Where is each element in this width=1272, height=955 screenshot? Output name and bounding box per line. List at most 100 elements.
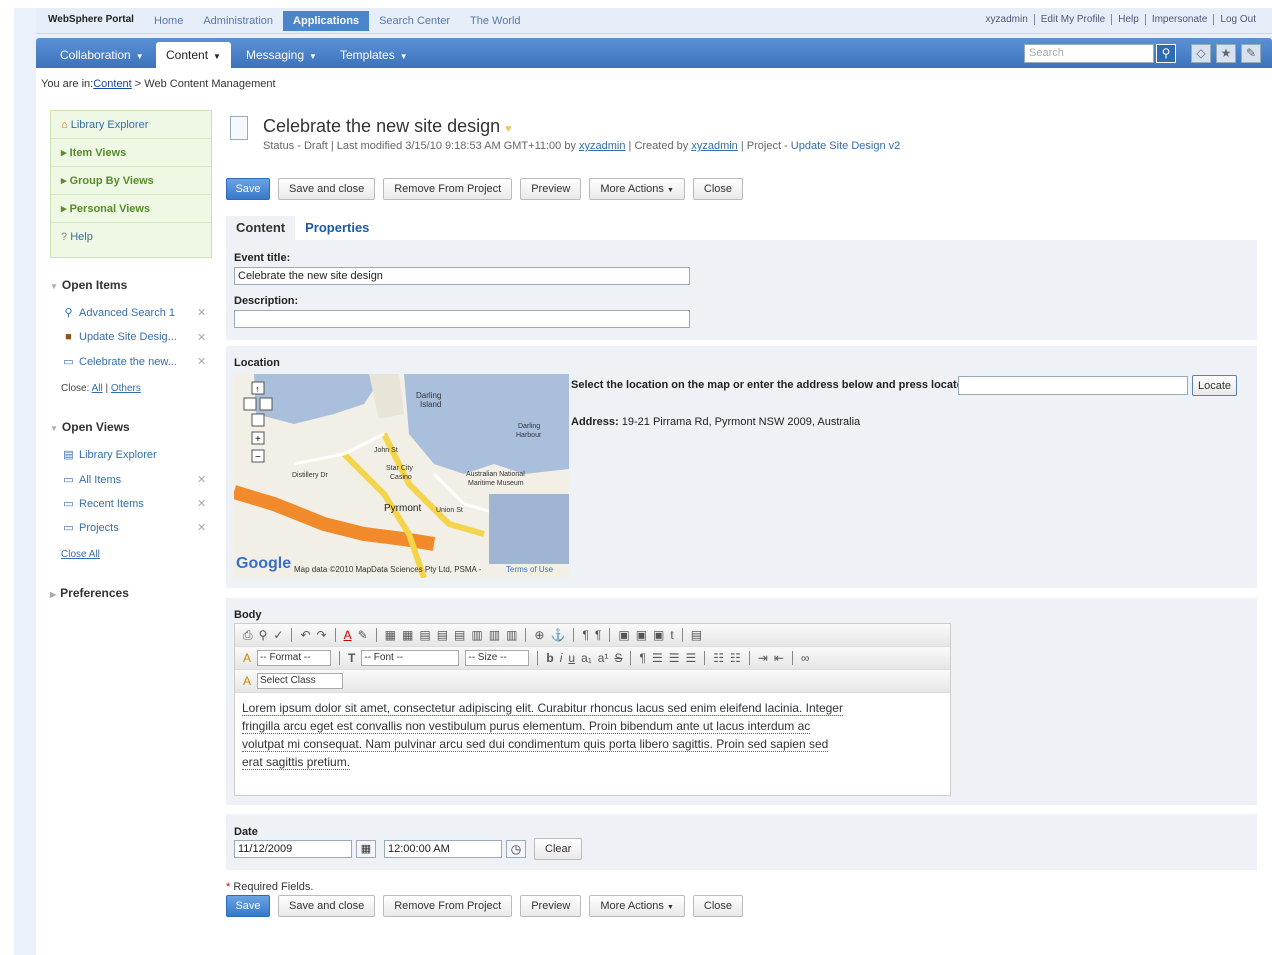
close-all-items-link[interactable]: All	[92, 383, 103, 394]
tab-properties[interactable]: Properties	[295, 216, 379, 240]
open-items-header[interactable]: ▼ Open Items	[50, 278, 127, 292]
row-insert-icon[interactable]: ▤	[437, 628, 448, 642]
nav-search-center[interactable]: Search Center	[369, 15, 460, 27]
edit-profile-link[interactable]: Edit My Profile	[1033, 14, 1111, 25]
ordered-list-icon[interactable]: ☷	[713, 651, 724, 665]
locate-button[interactable]: Locate	[1192, 375, 1238, 396]
help-link[interactable]: ? Help	[51, 223, 211, 251]
outdent-icon[interactable]: ⇤	[774, 651, 784, 665]
date-field[interactable]: 11/12/2009	[234, 840, 352, 858]
tab-content[interactable]: Content	[226, 216, 296, 240]
close-icon[interactable]: ✕	[197, 306, 206, 319]
style-icon[interactable]: A	[243, 674, 251, 688]
text-icon[interactable]: t	[670, 628, 673, 642]
italic-icon[interactable]: i	[560, 651, 563, 665]
description-field[interactable]	[234, 310, 690, 328]
close-icon[interactable]: ✕	[197, 355, 206, 368]
paragraph-rtl-icon[interactable]: ¶	[595, 628, 601, 642]
search-input[interactable]: Search	[1024, 44, 1154, 63]
find-icon[interactable]: ⚲	[259, 628, 268, 642]
close-icon[interactable]: ✕	[197, 473, 206, 486]
impersonate-link[interactable]: Impersonate	[1144, 14, 1214, 25]
personal-views-link[interactable]: ▸ Personal Views	[51, 195, 211, 223]
clear-button[interactable]: Clear	[534, 838, 583, 860]
more-actions-button[interactable]: More Actions ▼	[589, 178, 685, 200]
view-library-explorer[interactable]: ▤ Library Explorer	[62, 448, 156, 461]
bullet-list-icon[interactable]: ☷	[730, 651, 741, 665]
indent-icon[interactable]: ⇥	[758, 651, 768, 665]
view-projects[interactable]: ▭ Projects	[62, 521, 118, 534]
save-button[interactable]: Save	[226, 178, 270, 200]
view-all-items[interactable]: ▭ All Items	[62, 473, 121, 486]
style-icon[interactable]: A	[243, 651, 251, 665]
align-right-icon[interactable]: ☰	[685, 651, 696, 665]
close-icon[interactable]: ✕	[197, 331, 206, 344]
select-class-dropdown[interactable]: Select Class	[257, 673, 344, 689]
breadcrumb-content-link[interactable]: Content	[93, 78, 132, 90]
source-icon[interactable]: ▤	[691, 628, 702, 642]
save-and-close-button[interactable]: Save and close	[278, 178, 376, 200]
unlink-icon[interactable]: ∞	[801, 651, 810, 665]
column-insert-icon[interactable]: ▥	[489, 628, 500, 642]
created-by-link[interactable]: xyzadmin	[691, 140, 737, 152]
nav-applications[interactable]: Applications	[283, 11, 370, 31]
close-all-link[interactable]: Close All	[61, 549, 100, 560]
view-recent-items[interactable]: ▭ Recent Items	[62, 497, 144, 510]
strikethrough-icon[interactable]: S	[614, 651, 622, 665]
subscript-icon[interactable]: a₁	[581, 651, 592, 665]
save-button[interactable]: Save	[226, 895, 270, 917]
paragraph-icon[interactable]: ¶	[639, 651, 645, 665]
time-field[interactable]: 12:00:00 AM	[384, 840, 502, 858]
font-icon[interactable]: T	[348, 651, 355, 665]
image-edit-icon[interactable]: ▣	[653, 628, 664, 642]
close-icon[interactable]: ✕	[197, 521, 206, 534]
redo-icon[interactable]: ↷	[317, 628, 327, 642]
menu-content[interactable]: Content ▼	[156, 42, 231, 68]
table-edit-icon[interactable]: ▦	[402, 628, 413, 642]
calendar-icon[interactable]: ▦	[356, 840, 376, 858]
library-explorer-link[interactable]: ⌂ Library Explorer	[51, 111, 211, 139]
item-views-link[interactable]: ▸ Item Views	[51, 139, 211, 167]
link-icon[interactable]: ⊕	[534, 628, 544, 642]
image-icon[interactable]: ▣	[618, 628, 629, 642]
event-title-field[interactable]: Celebrate the new site design	[234, 267, 690, 285]
text-color-icon[interactable]: A	[344, 628, 352, 642]
preview-button[interactable]: Preview	[520, 178, 582, 200]
close-others-link[interactable]: Others	[111, 383, 141, 394]
row-delete-icon[interactable]: ▤	[454, 628, 465, 642]
underline-icon[interactable]: u	[568, 651, 575, 665]
print-icon[interactable]: ⎙	[243, 628, 253, 643]
format-select[interactable]: -- Format --	[257, 650, 332, 666]
locate-address-field[interactable]	[958, 376, 1188, 395]
group-by-views-link[interactable]: ▸ Group By Views	[51, 167, 211, 195]
open-item-celebrate[interactable]: ▭ Celebrate the new...	[62, 355, 177, 368]
open-item-update-site[interactable]: ■ Update Site Desig...	[62, 331, 177, 343]
menu-collaboration[interactable]: Collaboration ▼	[50, 42, 154, 68]
superscript-icon[interactable]: a¹	[598, 651, 609, 665]
project-link[interactable]: Update Site Design v2	[791, 140, 900, 152]
bold-icon[interactable]: b	[546, 651, 553, 665]
user-name[interactable]: xyzadmin	[980, 14, 1034, 25]
table-icon[interactable]: ▦	[385, 628, 396, 642]
column-icon[interactable]: ▥	[471, 628, 482, 642]
location-map[interactable]: Darling Island Darling Harbour Star City…	[234, 374, 569, 578]
close-icon[interactable]: ✕	[197, 497, 206, 510]
preferences-header[interactable]: ▶ Preferences	[50, 586, 129, 600]
paragraph-icon[interactable]: ¶	[582, 628, 588, 642]
row-icon[interactable]: ▤	[419, 628, 430, 642]
size-select[interactable]: -- Size --	[465, 650, 530, 666]
column-delete-icon[interactable]: ▥	[506, 628, 517, 642]
close-button[interactable]: Close	[692, 178, 744, 200]
font-select[interactable]: -- Font --	[361, 650, 460, 666]
tag-icon[interactable]: ◇	[1191, 44, 1211, 63]
menu-templates[interactable]: Templates ▼	[330, 42, 418, 68]
menu-messaging[interactable]: Messaging ▼	[236, 42, 327, 68]
logout-link[interactable]: Log Out	[1213, 14, 1262, 25]
clock-icon[interactable]: ◷	[506, 840, 526, 858]
star-icon[interactable]: ★	[1216, 44, 1236, 63]
undo-icon[interactable]: ↶	[300, 628, 310, 642]
highlight-icon[interactable]: ✎	[358, 628, 368, 642]
save-and-close-button[interactable]: Save and close	[278, 895, 376, 917]
nav-home[interactable]: Home	[144, 15, 193, 27]
preview-button[interactable]: Preview	[520, 895, 582, 917]
